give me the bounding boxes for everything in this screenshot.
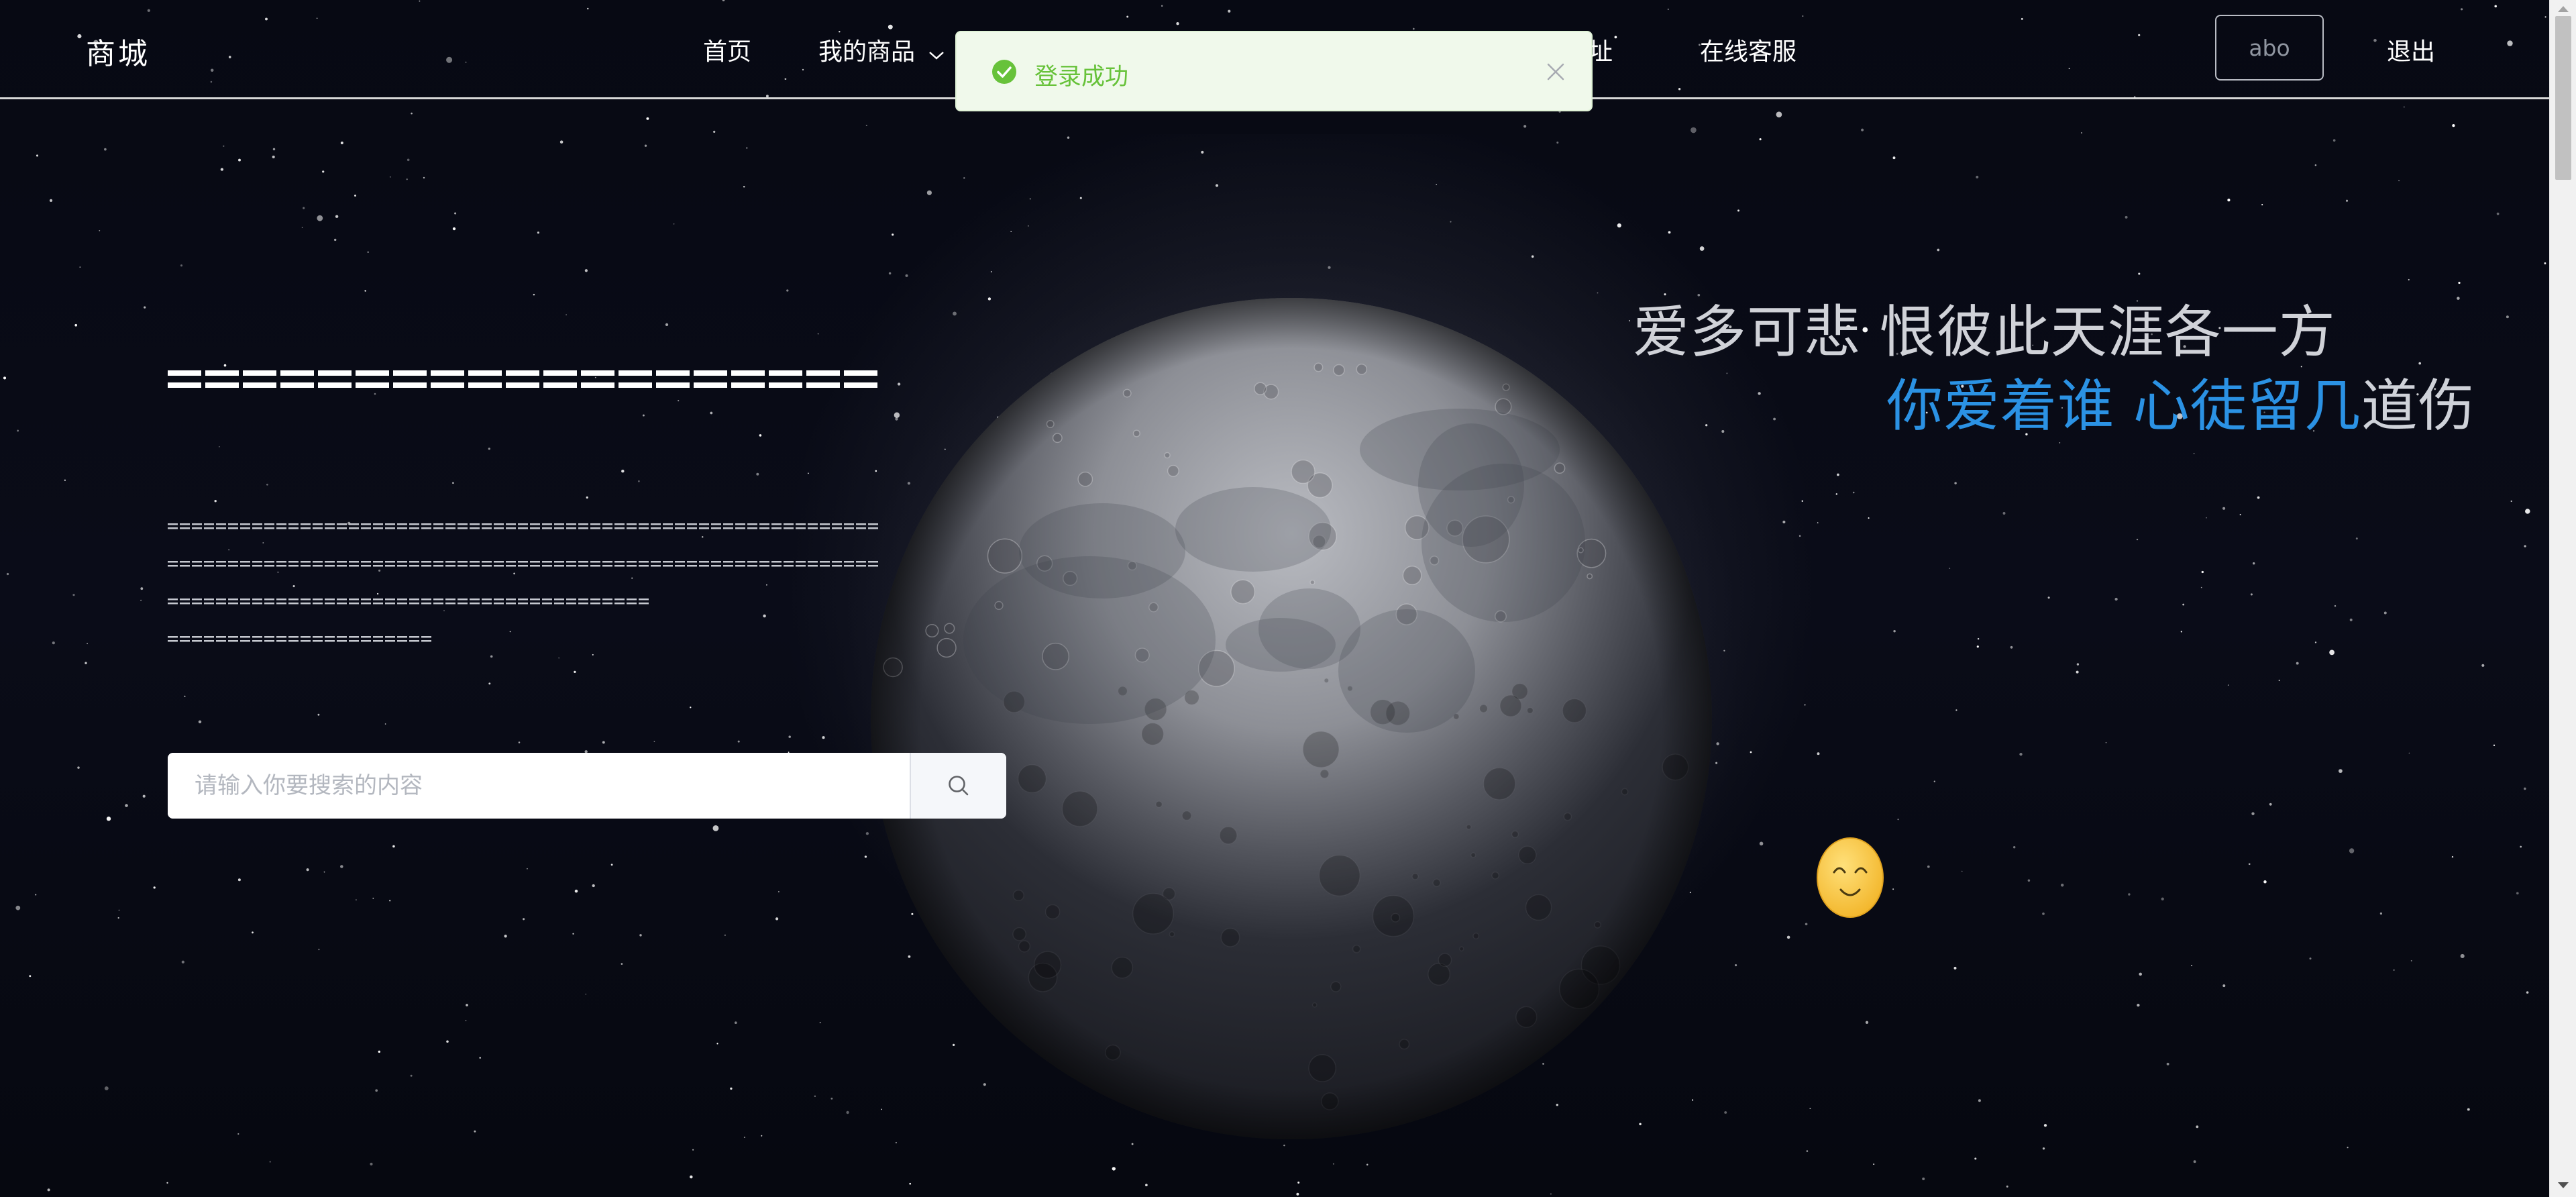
page: 商城 首页 我的商品 地址 在线客服 abo 退出 登录成功 <box>0 0 2576 1197</box>
check-circle-icon <box>992 60 1016 84</box>
nav-item-label: 在线客服 <box>1700 38 1797 66</box>
search-input[interactable] <box>168 753 910 819</box>
nav-item-online-service[interactable]: 在线客服 <box>1700 32 1796 67</box>
success-toast: 登录成功 <box>955 31 1593 111</box>
scrollbar-thumb[interactable] <box>2555 16 2571 180</box>
search-icon <box>949 776 969 796</box>
page-scrollbar[interactable] <box>2549 0 2576 1197</box>
hero-title-placeholder <box>168 370 877 388</box>
toast-message: 登录成功 <box>1034 64 1129 91</box>
nav-item-home[interactable]: 首页 <box>703 32 751 67</box>
chevron-down-icon <box>928 40 945 67</box>
poem-line-1: 爱多可悲 恨彼此天涯各一方 <box>1633 299 2336 365</box>
close-icon[interactable] <box>1544 60 1567 83</box>
logout-button[interactable]: 退出 <box>2387 32 2435 67</box>
poem-line-2: 你爱着谁 心徒留几道伤 <box>1886 361 2475 442</box>
search-bar <box>168 753 1006 819</box>
poem-line-2-rest: 道伤 <box>2361 373 2475 439</box>
nav-item-label: 首页 <box>703 38 752 66</box>
nav-item-my-products[interactable]: 我的商品 <box>818 32 945 67</box>
scroll-up-arrow-icon[interactable] <box>2557 4 2570 13</box>
hero-description-placeholder <box>168 523 878 642</box>
nav-item-label: 我的商品 <box>818 38 916 66</box>
poem-line-2-typed: 你爱着谁 心徒留几 <box>1886 373 2361 439</box>
brand-logo[interactable]: 商城 <box>86 30 150 72</box>
username-label: abo <box>2249 34 2290 61</box>
username-box[interactable]: abo <box>2215 15 2324 81</box>
search-button[interactable] <box>910 753 1006 819</box>
moon-image <box>871 298 1712 1139</box>
smiley-face-icon[interactable] <box>1815 836 1885 919</box>
scroll-down-arrow-icon[interactable] <box>2557 1181 2570 1190</box>
